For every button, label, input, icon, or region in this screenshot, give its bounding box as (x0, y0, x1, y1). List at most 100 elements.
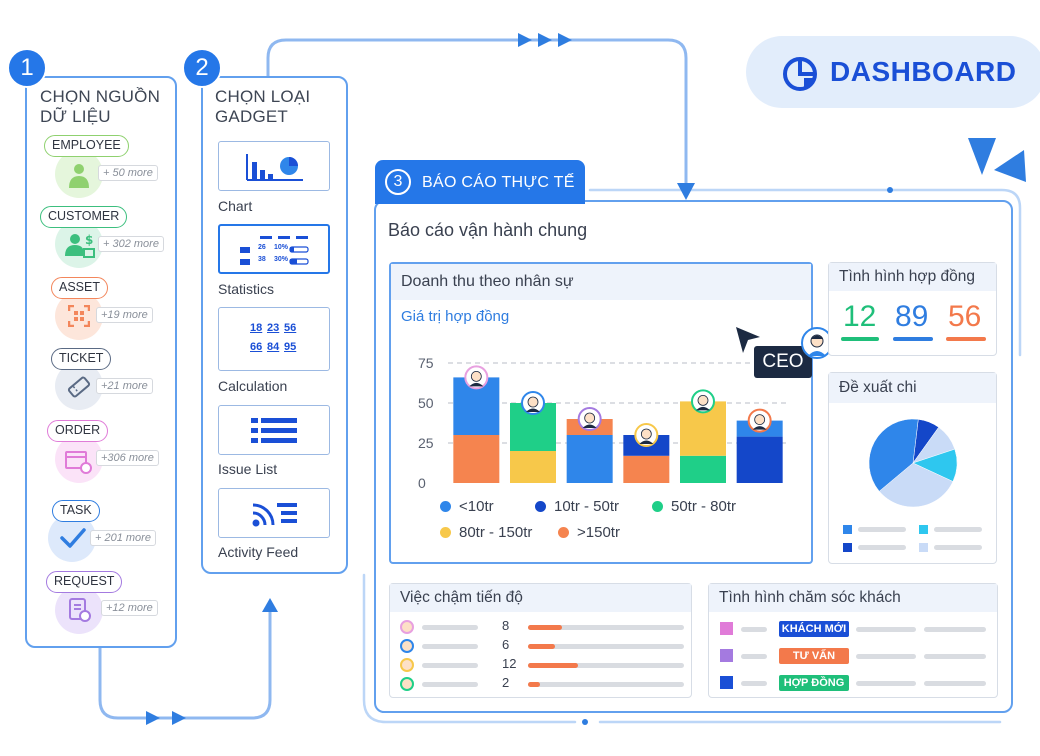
pie-logo-icon (783, 57, 817, 91)
care-status-tag: TƯ VẤN (779, 648, 849, 664)
legend-placeholder-bar (934, 527, 982, 532)
contract-value-3: 56 (948, 300, 982, 333)
delay-name-placeholder (422, 644, 478, 649)
person-avatar-icon (521, 391, 545, 415)
stat-num-3: 38 (258, 256, 266, 263)
legend-label-80-150: 80tr - 150tr (459, 524, 533, 541)
care-status-square (720, 622, 733, 635)
scan-icon (68, 305, 90, 327)
legend-label-lt10: <10tr (459, 498, 494, 515)
data-source-title: CHỌN NGUỒN DỮ LIỆU (40, 87, 160, 127)
gadget-statistics-label: Statistics (218, 281, 275, 297)
person-avatar-icon (400, 620, 414, 634)
expense-pie-chart (868, 418, 958, 508)
person-avatar-icon (464, 365, 489, 390)
expense-card-title: Đề xuất chi (829, 373, 996, 403)
bar-segment (736, 436, 783, 483)
source-tag-task: TASK (52, 500, 100, 522)
gadget-calculation-label: Calculation (218, 378, 288, 394)
person-avatar-icon (400, 639, 414, 653)
delay-count: 8 (502, 618, 510, 633)
user-icon (69, 164, 89, 188)
legend-dot-10-50 (535, 501, 546, 512)
calc-num-1: 18 (250, 322, 263, 334)
y-tick-label: 75 (418, 355, 434, 371)
gadget-activity-feed-label: Activity Feed (218, 544, 299, 560)
legend-10-50: 10tr - 50tr (535, 498, 619, 515)
legend-dot-50-80 (652, 501, 663, 512)
ticket-icon (67, 376, 91, 398)
delay-progress-track (528, 682, 684, 687)
report-tab[interactable]: 3 BÁO CÁO THỰC TẾ (375, 160, 585, 204)
gadget-statistics[interactable]: 26 10% 38 30% (218, 224, 330, 274)
report-tab-label: BÁO CÁO THỰC TẾ (422, 174, 575, 191)
delay-count: 6 (502, 637, 510, 652)
source-more-customer: + 302 more (98, 236, 164, 252)
legend-placeholder-bar (858, 527, 906, 532)
source-more-request: +12 more (101, 600, 158, 616)
report-title: Báo cáo vận hành chung (388, 220, 588, 240)
contract-bar-1 (841, 337, 879, 341)
legend-label-50-80: 50tr - 80tr (671, 498, 737, 515)
legend-dot-80-150 (440, 527, 451, 538)
care-detail-placeholder (924, 627, 986, 632)
customer-money-icon: $ (65, 233, 95, 258)
care-detail-placeholder (924, 681, 986, 686)
care-name-placeholder (741, 681, 767, 686)
contract-value-2: 89 (895, 300, 929, 333)
person-avatar-icon (577, 407, 602, 431)
source-tag-ticket: TICKET (51, 348, 112, 370)
source-more-asset: +19 more (96, 307, 153, 323)
calc-num-2: 23 (267, 322, 280, 334)
delay-name-placeholder (422, 682, 478, 687)
source-more-order: +306 more (96, 450, 159, 466)
gadget-chart[interactable] (218, 141, 330, 191)
source-more-employee: + 50 more (98, 165, 158, 181)
gadget-issue-list-label: Issue List (218, 461, 278, 477)
legend-placeholder-bar (858, 545, 906, 550)
care-status-square (720, 676, 733, 689)
delay-name-placeholder (422, 663, 478, 668)
legend-50-80: 50tr - 80tr (652, 498, 736, 515)
gadget-title-line1: CHỌN LOẠI (215, 87, 311, 106)
legend-swatch (919, 543, 928, 552)
care-card-title: Tình hình chăm sóc khách (709, 584, 997, 612)
delay-progress-fill (528, 644, 555, 649)
person-avatar-icon (400, 677, 414, 691)
delay-progress-fill (528, 682, 540, 687)
revenue-card-title: Doanh thu theo nhân sự (391, 264, 811, 300)
bar-segment (566, 435, 613, 483)
contract-value-1: 12 (843, 300, 877, 333)
gadget-activity-feed[interactable] (218, 488, 330, 538)
data-source-title-line2: DỮ LIỆU (40, 107, 111, 126)
document-check-icon (69, 598, 91, 622)
delay-count: 12 (502, 656, 517, 671)
legend-dot-gt150 (558, 527, 569, 538)
delay-count: 2 (502, 675, 510, 690)
delay-card-title: Việc chậm tiến độ (390, 584, 691, 612)
calc-num-3: 56 (284, 322, 297, 334)
bar-segment (510, 451, 556, 483)
bar-segment (680, 455, 726, 483)
gadget-issue-list[interactable] (218, 405, 330, 455)
person-avatar-icon (634, 423, 659, 447)
y-tick-label: 0 (418, 475, 426, 491)
care-detail-placeholder (856, 627, 916, 632)
gadget-calculation[interactable]: 18 23 56 66 84 95 (218, 307, 330, 371)
care-name-placeholder (741, 627, 767, 632)
step-three-badge: 3 (385, 169, 411, 195)
revenue-card-subtitle: Giá trị hợp đồng (401, 308, 510, 325)
delay-progress-fill (528, 663, 578, 668)
delay-card: Việc chậm tiến độ (389, 583, 692, 698)
care-detail-placeholder (924, 654, 986, 659)
svg-text:$: $ (85, 233, 93, 247)
delay-progress-fill (528, 625, 562, 630)
revenue-bar-chart: 75 50 25 0 (418, 355, 788, 491)
person-avatar-icon (400, 658, 414, 672)
legend-placeholder-bar (934, 545, 982, 550)
contract-bar-3 (946, 337, 986, 341)
y-tick-label: 25 (418, 435, 434, 451)
legend-label-gt150: >150tr (577, 524, 620, 541)
legend-lt10: <10tr (440, 498, 494, 515)
care-detail-placeholder (856, 654, 916, 659)
